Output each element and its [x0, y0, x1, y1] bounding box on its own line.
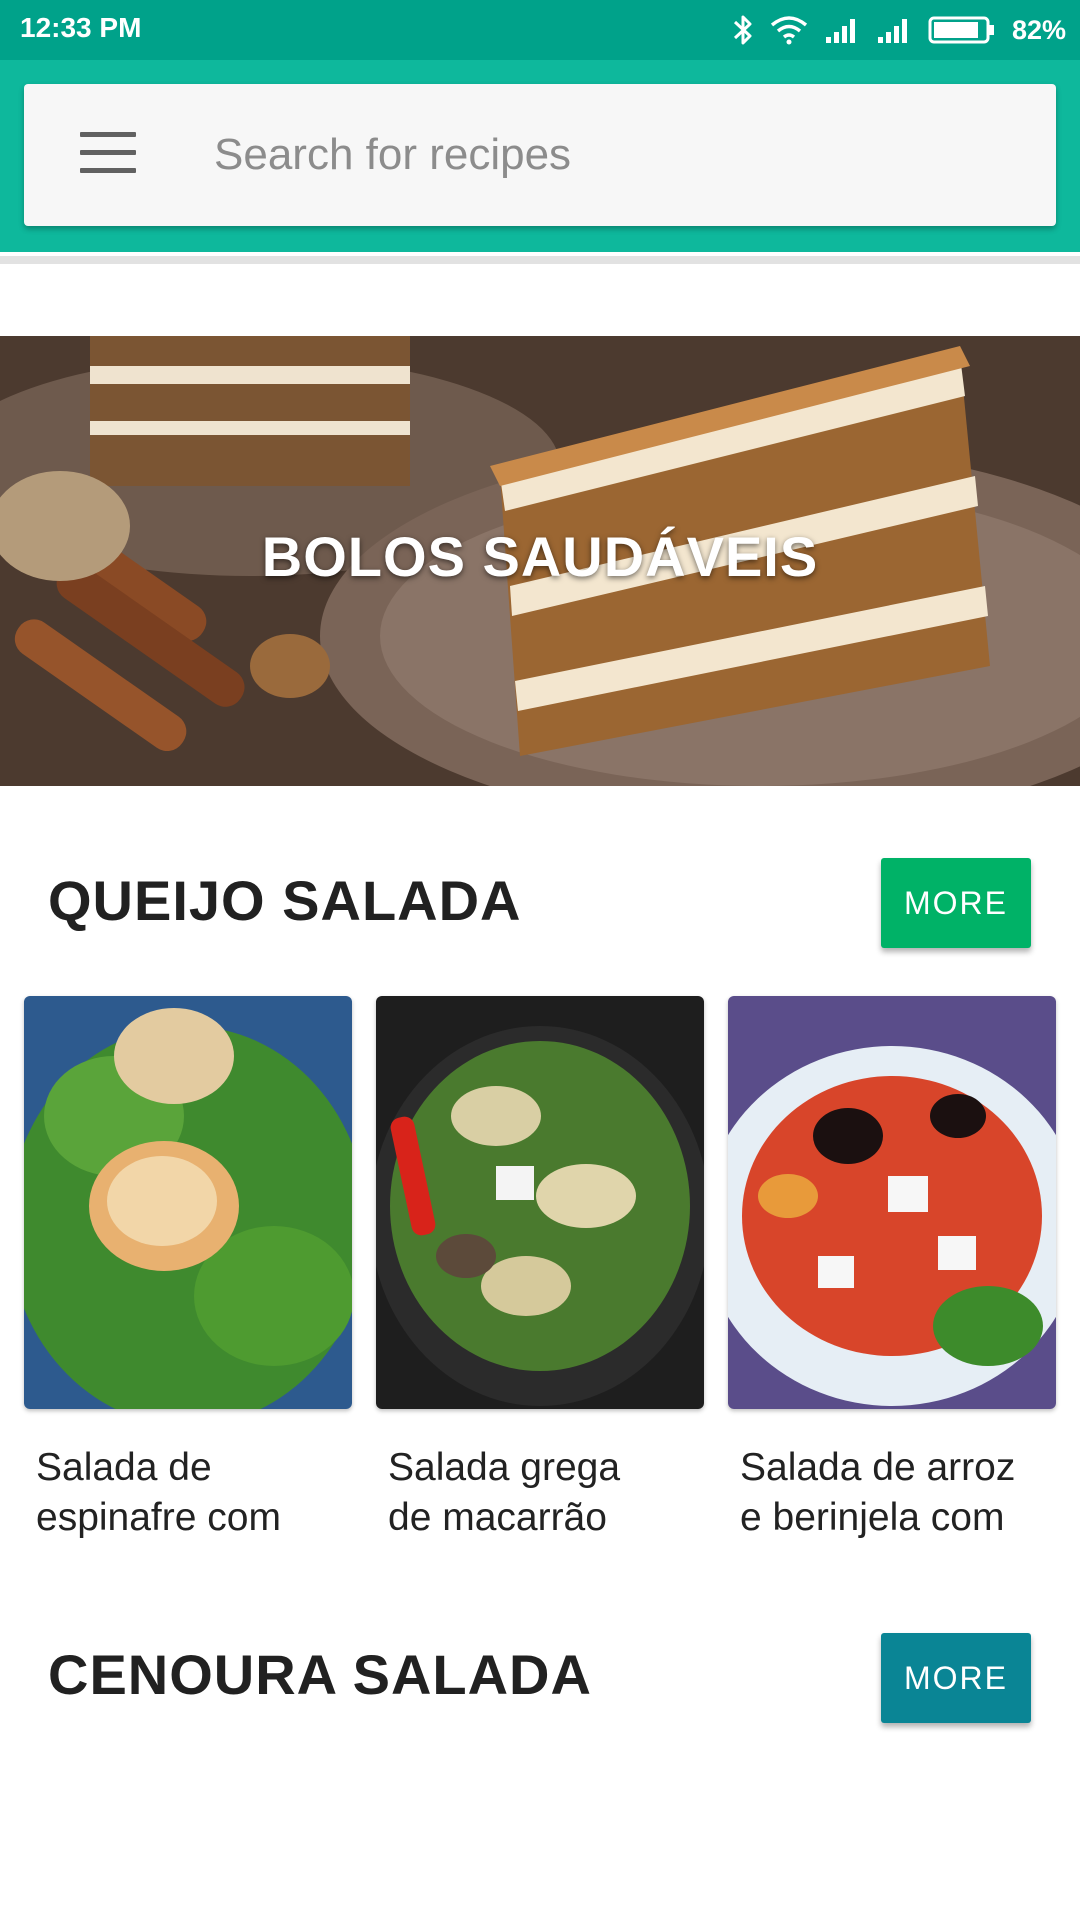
status-icons: 82% [732, 10, 1066, 50]
more-button-queijo-salada[interactable]: MORE [881, 858, 1031, 948]
recipe-card[interactable]: Salada de arroz e berinjela com [728, 996, 1056, 1543]
hero-banner[interactable]: BOLOS SAUDÁVEIS [0, 336, 1080, 786]
section-title-cenoura-salada: CENOURA SALADA [48, 1643, 592, 1706]
section-title-queijo-salada: QUEIJO SALADA [48, 869, 522, 932]
search-input[interactable] [214, 118, 1004, 192]
recipe-title: Salada de arroz e berinjela com [740, 1446, 1016, 1539]
recipe-title: Salada de espinafre com [36, 1446, 281, 1539]
status-time: 12:33 PM [20, 12, 142, 43]
recipe-card[interactable]: Salada grega de macarrão [376, 996, 704, 1543]
recipe-title: Salada grega de macarrão [388, 1446, 621, 1539]
wifi-icon [770, 16, 808, 45]
search-bar [24, 84, 1056, 226]
app-toolbar [0, 60, 1080, 252]
recipe-image [728, 996, 1056, 1409]
status-bar: 12:33 PM 82% [0, 0, 1080, 60]
battery-percent: 82% [1011, 14, 1066, 45]
recipe-image [24, 996, 352, 1409]
bluetooth-icon [733, 15, 752, 45]
signal-icon-2 [877, 19, 907, 43]
recipe-image [376, 996, 704, 1409]
hero-title: BOLOS SAUDÁVEIS [261, 525, 819, 588]
signal-icon-1 [825, 19, 855, 43]
battery-icon [928, 16, 994, 44]
recipe-card[interactable]: Salada de espinafre com [24, 996, 352, 1543]
more-button-cenoura-salada[interactable]: MORE [881, 1633, 1031, 1723]
menu-icon[interactable] [80, 132, 136, 176]
toolbar-divider [0, 256, 1080, 264]
